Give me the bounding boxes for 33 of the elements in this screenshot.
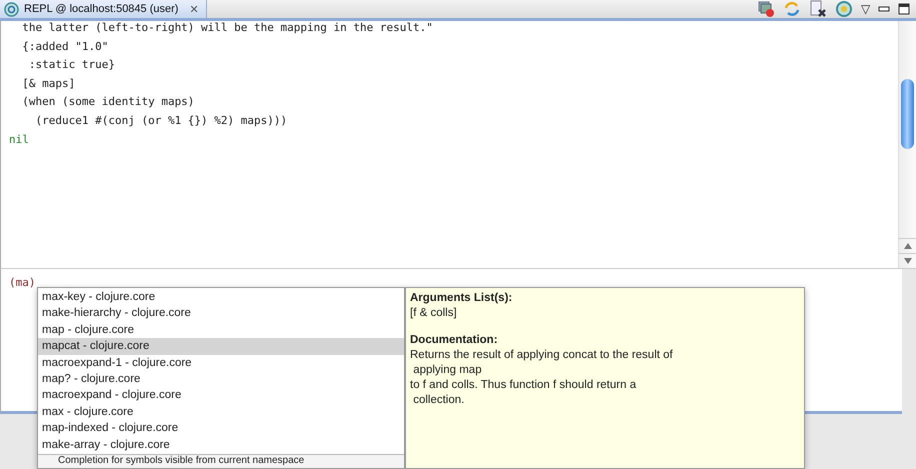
completion-item[interactable]: mapcat - clojure.core [38,338,404,355]
completion-item[interactable]: map-indexed - clojure.core [38,420,404,437]
reload-icon[interactable] [783,0,801,18]
close-tab-button[interactable]: ✕ [189,2,198,16]
completion-item[interactable]: map? - clojure.core [38,371,404,388]
code-line: (when (some identity maps) [21,94,196,110]
tab-title: REPL @ localhost:50845 (user) [24,3,178,15]
code-line: {:added "1.0" [21,38,110,55]
arguments-text: [f & colls] [410,306,458,321]
up-arrow-icon [904,243,912,249]
arguments-heading: Arguments List(s): [410,291,514,306]
completion-item[interactable]: macroexpand - clojure.core [38,387,404,404]
code-line: the latter (left-to-right) will be the mapping in the result." [21,21,434,36]
completion-item[interactable]: map - clojure.core [38,322,404,338]
code-line: [& maps] [21,76,76,92]
completion-status: Completion for symbols visible from current namespace [38,454,404,468]
document-icon[interactable] [809,0,827,18]
repl-tab[interactable]: REPL @ localhost:50845 (user) ✕ [0,0,208,18]
result-line: nil [8,132,30,148]
documentation-heading: Documentation: [410,333,499,348]
down-arrow-icon [904,258,912,264]
code-line: :static true} [28,57,116,74]
documentation-text: Returns the result of applying concat to the result of applying map to f and colls. Thus function f should return a collection. [410,348,674,408]
completion-item[interactable]: max - clojure.core [38,404,404,420]
code-line: (reduce1 #(conj (or %1 {}) %2) maps))) [34,112,288,129]
view-menu-button[interactable]: ▽ [861,2,870,16]
maximize-icon[interactable] [898,3,910,15]
scrollbar[interactable] [898,21,916,268]
completion-item[interactable]: macroexpand-1 - clojure.core [38,354,404,372]
scrollbar-thumb[interactable] [901,79,914,149]
completion-item[interactable]: make-hierarchy - clojure.core [38,305,404,322]
completion-item[interactable]: make-array - clojure.core [38,436,404,454]
terminate-icon[interactable] [757,0,775,18]
